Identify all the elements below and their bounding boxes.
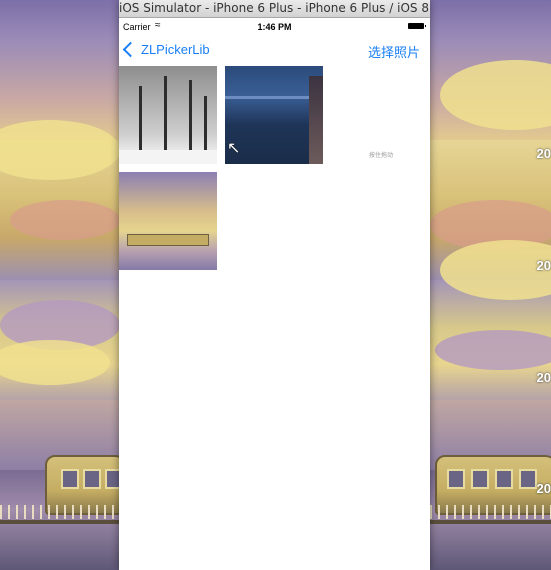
sunset-train-photo[interactable]: [119, 172, 217, 270]
simulator-window: iOS Simulator - iPhone 6 Plus - iPhone 6…: [119, 0, 430, 570]
mouse-cursor-icon: ↖: [227, 140, 241, 157]
window-title: iOS Simulator - iPhone 6 Plus - iPhone 6…: [119, 0, 430, 18]
desktop-label: 20: [536, 146, 551, 161]
back-button-label: ZLPickerLib: [141, 42, 210, 57]
navigation-bar: ZLPickerLib 选择照片: [119, 36, 430, 66]
desktop-label: 20: [536, 258, 551, 273]
status-time: 1:46 PM: [257, 22, 292, 32]
status-bar: Carrier ≈ 1:46 PM: [119, 18, 430, 36]
drag-hint: 按住拖动: [369, 153, 394, 159]
desktop-label: 20: [536, 370, 551, 385]
select-photos-button[interactable]: 选择照片: [368, 42, 420, 61]
battery-icon: [408, 23, 426, 29]
snow-forest-photo[interactable]: [119, 66, 217, 164]
back-button[interactable]: ZLPickerLib: [122, 41, 210, 58]
desktop-label: 20: [536, 481, 551, 496]
chevron-left-icon: [122, 41, 139, 58]
